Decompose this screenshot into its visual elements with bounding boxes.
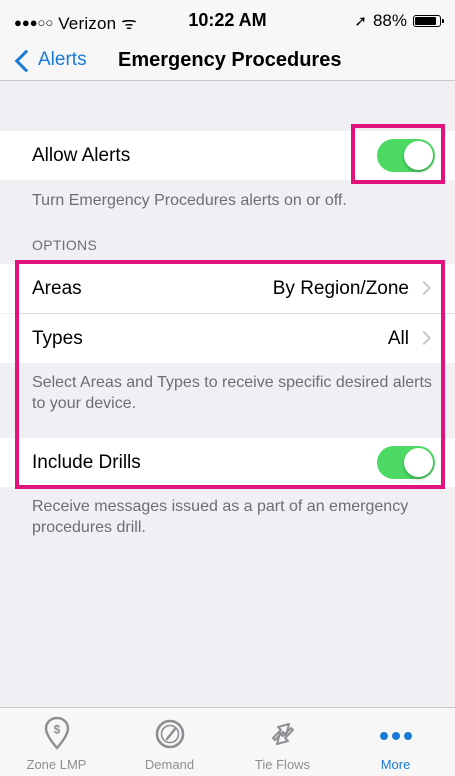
back-label: Alerts [38,49,87,70]
allow-alerts-toggle[interactable] [377,139,435,172]
drills-footer: Receive messages issued as a part of an … [32,498,409,536]
options-footer: Select Areas and Types to receive specif… [32,374,432,412]
areas-label: Areas [32,278,82,299]
tab-more[interactable]: More [339,708,452,776]
toggle-knob [404,448,433,477]
page-title: Emergency Procedures [118,49,342,71]
options-section-header: OPTIONS [32,237,98,253]
navigation-bar: Alerts Emergency Procedures [0,40,455,81]
allow-alerts-row: Allow Alerts [0,131,455,180]
tab-label: Demand [144,757,195,772]
chevron-right-icon [416,330,432,346]
status-right: ➚ 88% [354,11,444,31]
tab-label: Tie Flows [254,757,311,772]
allow-alerts-footer: Turn Emergency Procedures alerts on or o… [32,192,347,209]
tab-label: More [380,757,411,772]
tab-bar: $ Zone LMP Demand Tie Flows More [0,707,455,776]
back-button[interactable]: Alerts [12,40,87,80]
types-label: Types [32,328,83,349]
status-bar: ●●●○○ Verizon ᯤ 10:22 AM ➚ 88% [0,0,455,40]
include-drills-toggle[interactable] [377,446,435,479]
areas-row[interactable]: Areas By Region/Zone [0,264,455,313]
types-value: All [387,328,409,349]
location-arrow-icon: ➚ [354,13,367,30]
chevron-left-icon [14,49,38,72]
types-row[interactable]: Types All [0,314,455,363]
tab-demand[interactable]: Demand [113,708,226,776]
toggle-knob [404,141,433,170]
battery-icon [413,15,444,27]
tab-zone-lmp[interactable]: $ Zone LMP [0,708,113,776]
tab-tie-flows[interactable]: Tie Flows [226,708,339,776]
dollar-pin-icon: $ [44,716,69,750]
include-drills-label: Include Drills [32,452,141,473]
include-drills-row: Include Drills [0,438,455,487]
chevron-right-icon [416,280,432,296]
svg-text:$: $ [53,723,60,737]
tab-label: Zone LMP [26,757,87,772]
allow-alerts-label: Allow Alerts [32,145,131,166]
gauge-icon [155,719,184,749]
battery-percent: 88% [372,11,407,30]
arrows-icon [271,723,294,745]
areas-value: By Region/Zone [272,278,409,299]
more-dots-icon [379,732,412,740]
